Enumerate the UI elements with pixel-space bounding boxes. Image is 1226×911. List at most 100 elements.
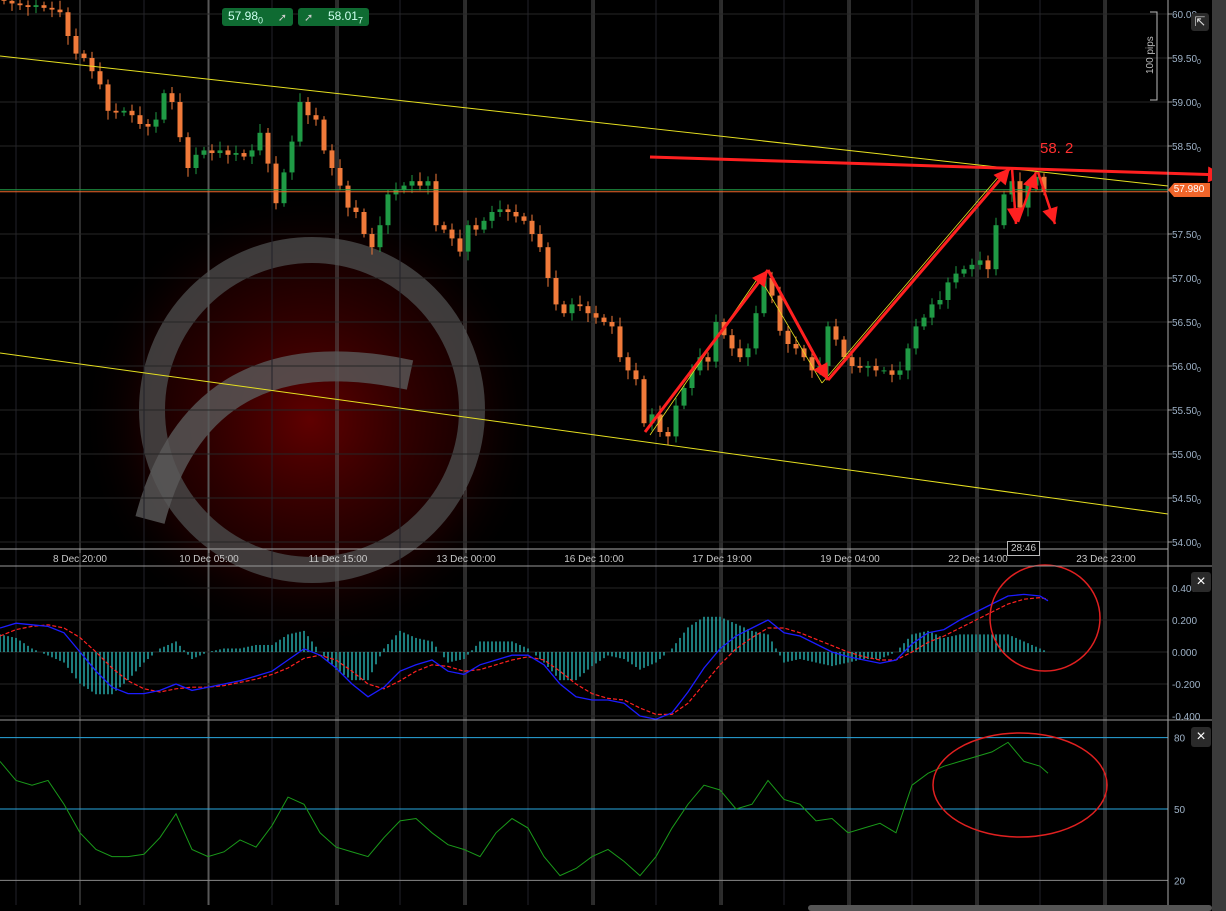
- arrow-up-right-icon: ➚: [277, 11, 287, 24]
- candle-body: [545, 247, 551, 278]
- candle-body: [825, 326, 831, 366]
- price-tick-pipette: 0: [1197, 455, 1201, 462]
- candle-body: [985, 260, 991, 270]
- candle-body: [57, 9, 63, 13]
- candle-body: [881, 370, 887, 372]
- candle-body: [177, 102, 183, 138]
- candle-body: [745, 348, 751, 358]
- current-price-tag: 57.980: [1168, 183, 1210, 197]
- price-tick-label: 57.500: [1172, 230, 1201, 242]
- candle-body: [913, 326, 919, 349]
- candle-body: [449, 229, 455, 239]
- candle-body: [633, 370, 639, 380]
- candle-body: [537, 234, 543, 248]
- candle-body: [433, 181, 439, 226]
- price-tick-pipette: 0: [1197, 103, 1201, 110]
- chart-canvas[interactable]: 60.00059.50059.00058.50058.00057.50057.0…: [0, 0, 1226, 911]
- candle-body: [137, 115, 143, 124]
- candle-body: [241, 153, 247, 157]
- candle-body: [281, 172, 287, 204]
- macd-line: [0, 593, 1049, 720]
- price-tick-label: 56.500: [1172, 318, 1201, 330]
- close-rsi-button[interactable]: ×: [1191, 727, 1211, 747]
- buy-pipette: 7: [357, 15, 363, 26]
- time-tick-label: 11 Dec 15:00: [309, 554, 368, 565]
- candle-body: [897, 370, 903, 375]
- candle-body: [417, 181, 423, 186]
- candle-body: [297, 102, 303, 142]
- candle-body: [977, 260, 983, 265]
- time-tick-label: 10 Dec 05:00: [179, 554, 239, 565]
- candle-body: [577, 304, 583, 307]
- candle-body: [905, 348, 911, 371]
- price-tick-label: 54.500: [1172, 494, 1201, 506]
- pip-ruler-label: 100 pips: [1145, 36, 1156, 74]
- candle-body: [641, 379, 647, 424]
- candle-body: [9, 0, 15, 4]
- buy-button[interactable]: ➚ 58.017: [298, 8, 369, 26]
- close-macd-button[interactable]: ×: [1191, 572, 1211, 592]
- price-tick-label: 55.000: [1172, 450, 1201, 462]
- candle-body: [481, 220, 487, 230]
- candle-body: [961, 269, 967, 274]
- candle-body: [561, 304, 567, 314]
- candle-body: [937, 300, 943, 305]
- candle-body: [889, 370, 895, 375]
- annotation-arrow-shaft: [826, 167, 1012, 381]
- candle-body: [305, 102, 311, 116]
- sell-pipette: 0: [258, 15, 264, 26]
- sell-price: 57.98: [228, 8, 259, 23]
- candle-body: [145, 124, 151, 127]
- rsi-tick-label: 80: [1174, 734, 1186, 745]
- annotation-arrow-shaft: [766, 269, 830, 381]
- candle-body: [497, 209, 503, 212]
- candle-body: [33, 5, 39, 7]
- candle-body: [833, 326, 839, 340]
- candle-body: [377, 225, 383, 248]
- candle-body: [273, 163, 279, 204]
- candle-body: [753, 313, 759, 349]
- candle-body: [993, 225, 999, 270]
- candle-body: [201, 150, 207, 155]
- time-tick-label: 22 Dec 14:00: [948, 554, 1008, 565]
- price-tick-label: 54.000: [1172, 538, 1201, 550]
- candle-body: [161, 93, 167, 120]
- candle-body: [353, 207, 359, 212]
- candle-body: [529, 220, 535, 234]
- rsi-tick-label: 20: [1174, 876, 1186, 887]
- external-window-icon[interactable]: ⇱: [1191, 13, 1209, 31]
- horizontal-scrollbar[interactable]: [808, 905, 1212, 911]
- candle-body: [1001, 194, 1007, 226]
- sell-button[interactable]: 57.980 ➚: [222, 8, 293, 26]
- trendline-segment: [759, 277, 823, 384]
- candle-body: [225, 150, 231, 155]
- macd-tick-label: 0.200: [1172, 616, 1197, 627]
- candle-body: [257, 132, 263, 151]
- vertical-scrollbar[interactable]: [1212, 0, 1226, 911]
- candle-body: [97, 71, 103, 85]
- candle-body: [361, 212, 367, 234]
- candle-body: [705, 357, 711, 362]
- annotation-circle: [932, 732, 1108, 838]
- macd-tick-label: 0.000: [1172, 648, 1197, 659]
- price-tick-pipette: 0: [1197, 279, 1201, 286]
- price-tick-pipette: 0: [1197, 59, 1201, 66]
- candle-body: [585, 306, 591, 314]
- candle-body: [345, 185, 351, 208]
- candle-body: [865, 366, 871, 368]
- candle-body: [65, 12, 71, 36]
- candle-body: [785, 330, 791, 344]
- candle-body: [521, 216, 527, 221]
- candle-body: [185, 137, 191, 168]
- countdown-timer: 28:46: [1007, 541, 1041, 556]
- candle-body: [1017, 181, 1023, 208]
- candle-body: [793, 344, 799, 349]
- price-tick-pipette: 0: [1197, 323, 1201, 330]
- candle-body: [945, 282, 951, 300]
- candle-body: [25, 5, 31, 7]
- candle-body: [89, 58, 95, 72]
- candle-body: [233, 153, 239, 155]
- candle-body: [505, 209, 511, 212]
- buy-price: 58.01: [327, 8, 358, 23]
- annotation-level-label: 58. 2: [1040, 140, 1073, 157]
